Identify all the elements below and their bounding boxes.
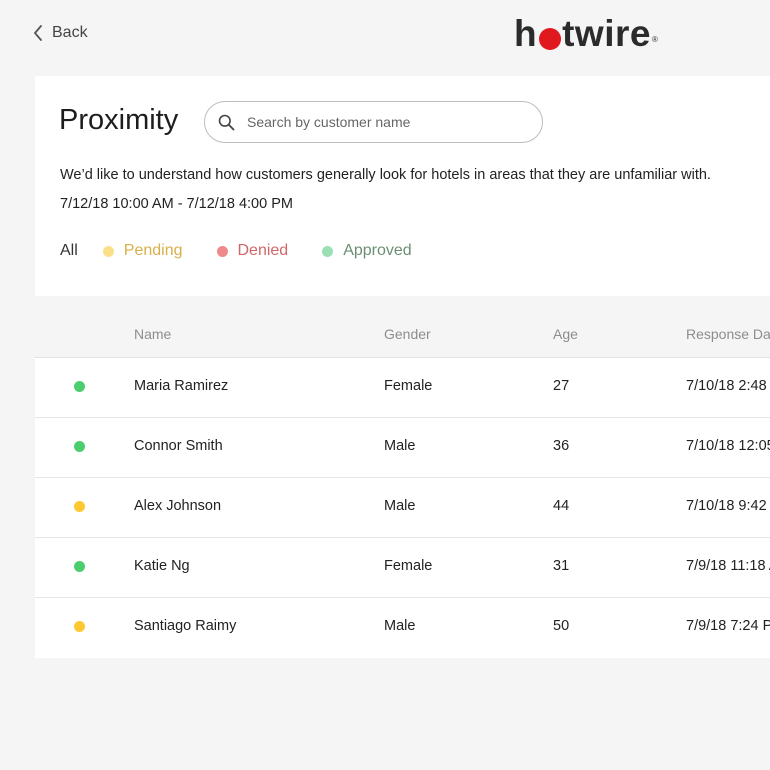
study-date-range: 7/12/18 10:00 AM - 7/12/18 4:00 PM [60, 196, 293, 212]
row-response-date: 7/9/18 7:24 PM [686, 618, 770, 634]
back-label: Back [52, 24, 88, 41]
approved-dot-icon [322, 245, 334, 257]
row-name: Maria Ramirez [134, 378, 229, 394]
status-dot-icon [74, 441, 85, 452]
row-name: Katie Ng [134, 558, 190, 574]
row-name: Connor Smith [134, 438, 223, 454]
row-response-date: 7/10/18 9:42 AM [686, 498, 770, 514]
filter-denied[interactable]: Denied [216, 242, 289, 260]
table-row[interactable]: Connor Smith Male 36 7/10/18 12:05 PM [35, 418, 770, 478]
row-response-date: 7/10/18 12:05 PM [686, 438, 770, 454]
responses-table: Name Gender Age Response Date Maria Rami… [35, 312, 770, 658]
search-icon [218, 114, 235, 131]
row-name: Alex Johnson [134, 498, 222, 514]
filter-pending-label: Pending [123, 242, 183, 259]
row-gender: Male [384, 438, 416, 454]
hotwire-logo: h twire ® [514, 14, 658, 60]
table-row[interactable]: Alex Johnson Male 44 7/10/18 9:42 AM [35, 478, 770, 538]
column-header-name[interactable]: Name [134, 326, 171, 342]
table-header: Name Gender Age Response Date [35, 312, 770, 358]
status-dot-icon [74, 561, 85, 572]
row-response-date: 7/10/18 2:48 PM [686, 378, 770, 394]
row-age: 31 [553, 558, 570, 574]
filter-all-label: All [60, 242, 78, 259]
table-row[interactable]: Maria Ramirez Female 27 7/10/18 2:48 PM [35, 358, 770, 418]
chevron-left-icon [33, 25, 43, 41]
study-header-panel: Proximity We’d like to understand how cu… [35, 76, 770, 296]
top-bar: Back h twire ® [0, 0, 770, 76]
status-dot-icon [74, 621, 85, 632]
study-description: We’d like to understand how customers ge… [60, 167, 711, 183]
logo-text-end: twire [562, 13, 651, 54]
row-gender: Female [384, 558, 433, 574]
row-name: Santiago Raimy [134, 618, 237, 634]
filter-denied-label: Denied [237, 242, 289, 259]
filter-approved[interactable]: Approved [322, 242, 412, 260]
table-row[interactable]: Santiago Raimy Male 50 7/9/18 7:24 PM [35, 598, 770, 658]
denied-dot-icon [216, 245, 228, 257]
column-header-gender[interactable]: Gender [384, 326, 431, 342]
row-age: 27 [553, 378, 570, 394]
back-button[interactable]: Back [33, 24, 88, 42]
status-dot-icon [74, 381, 85, 392]
row-age: 36 [553, 438, 570, 454]
filter-all[interactable]: All [60, 242, 78, 260]
row-age: 50 [553, 618, 570, 634]
filter-pending[interactable]: Pending [102, 242, 183, 260]
row-response-date: 7/9/18 11:18 AM [686, 558, 770, 574]
row-age: 44 [553, 498, 570, 514]
row-gender: Female [384, 378, 433, 394]
status-dot-icon [74, 501, 85, 512]
filter-approved-label: Approved [343, 242, 412, 259]
table-row[interactable]: Katie Ng Female 31 7/9/18 11:18 AM [35, 538, 770, 598]
column-header-response-date[interactable]: Response Date [686, 326, 770, 342]
row-gender: Male [384, 618, 416, 634]
logo-dot [539, 28, 562, 50]
pending-dot-icon [102, 245, 114, 257]
search-input[interactable] [245, 113, 519, 131]
column-header-age[interactable]: Age [553, 326, 578, 342]
search-box[interactable] [204, 101, 543, 143]
status-filters: All Pending Denied Approved [60, 242, 412, 260]
page-title: Proximity [59, 104, 179, 136]
registered-mark: ® [651, 35, 659, 44]
row-gender: Male [384, 498, 416, 514]
logo-text-start: h [514, 13, 538, 54]
